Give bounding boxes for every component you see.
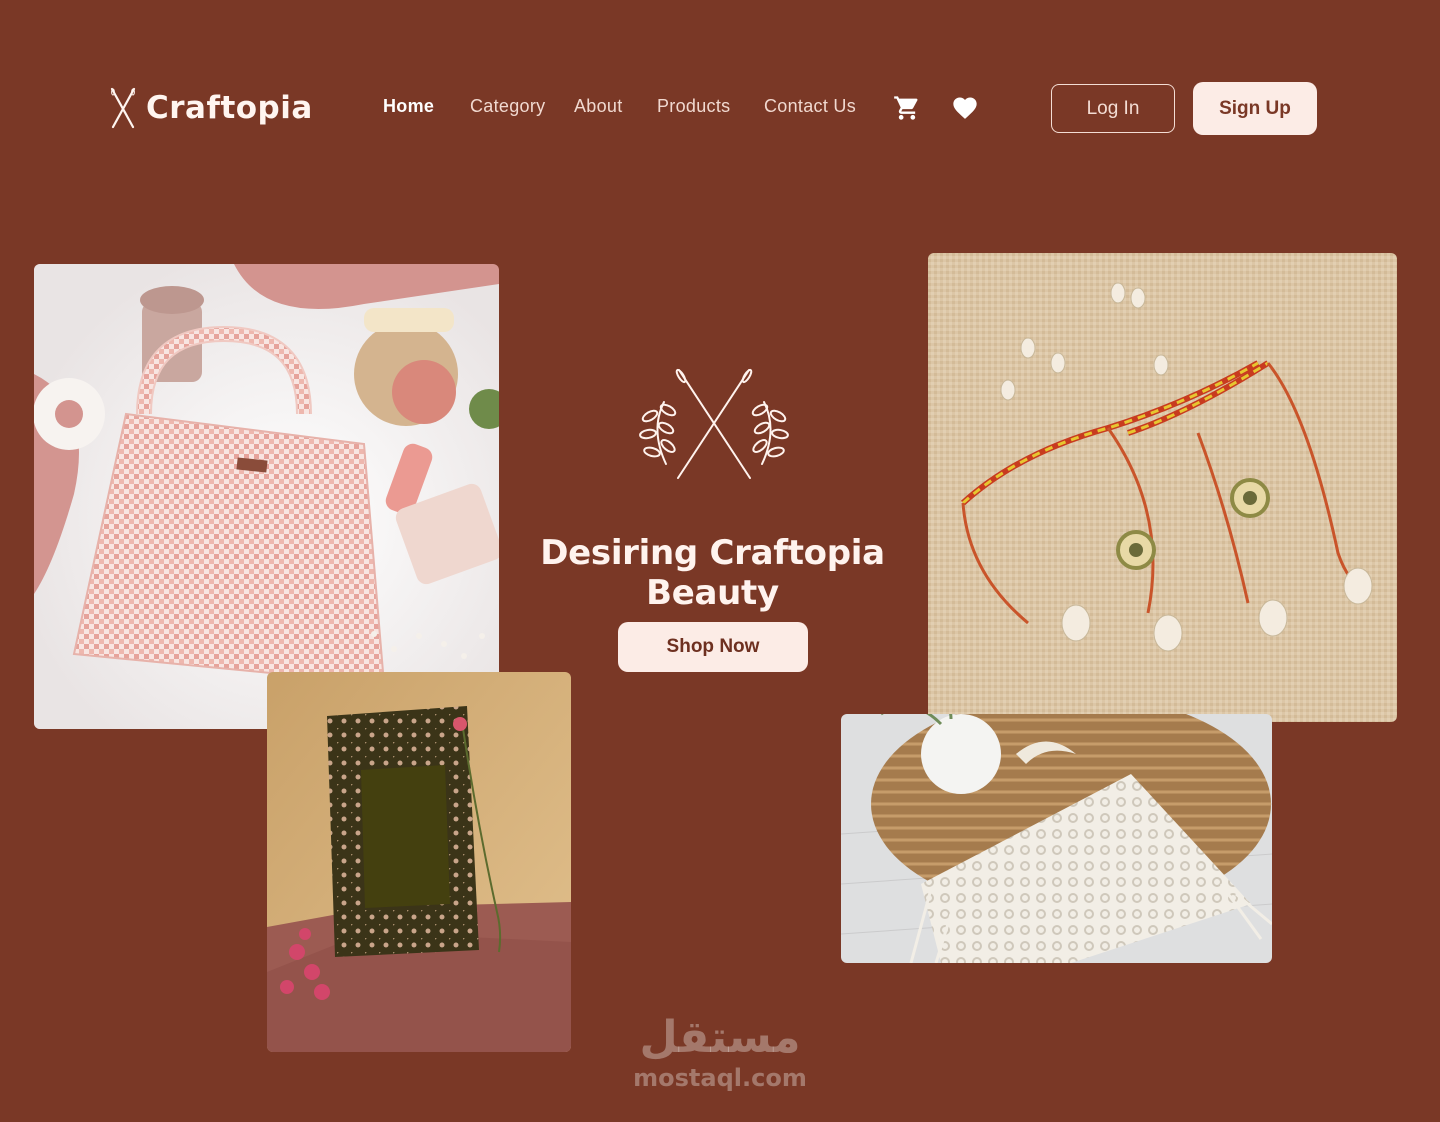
- nav-category[interactable]: Category: [470, 96, 545, 117]
- nav-home[interactable]: Home: [383, 96, 434, 117]
- cart-icon[interactable]: [893, 94, 921, 122]
- nav-contact-us[interactable]: Contact Us: [764, 96, 856, 117]
- heart-icon[interactable]: [951, 94, 979, 122]
- shop-now-button[interactable]: Shop Now: [618, 622, 808, 672]
- product-photo-macrame-mat[interactable]: [841, 714, 1272, 963]
- brand-name: Craftopia: [146, 90, 313, 126]
- watermark: مستقل mostaql.com: [620, 1012, 820, 1092]
- product-photo-embroidered-frame[interactable]: [267, 672, 571, 1052]
- product-photo-houndstooth-bag[interactable]: [34, 264, 499, 729]
- login-button[interactable]: Log In: [1051, 84, 1175, 133]
- brand-logo[interactable]: Craftopia: [108, 86, 313, 130]
- crossed-needles-icon: [110, 87, 136, 129]
- crossed-needles-laurel-icon: [639, 368, 789, 479]
- frame-photo-image: [267, 672, 571, 1052]
- watermark-latin: mostaql.com: [633, 1064, 807, 1092]
- macrame-photo-image: [841, 714, 1272, 963]
- nav-products[interactable]: Products: [657, 96, 730, 117]
- hero-tagline: Desiring Craftopia Beauty: [540, 533, 885, 613]
- bag-photo-image: [34, 264, 499, 729]
- rakhi-photo-image: [928, 253, 1397, 722]
- watermark-arabic: مستقل: [639, 1012, 801, 1063]
- signup-button[interactable]: Sign Up: [1193, 82, 1317, 135]
- product-photo-rakhi-bracelets[interactable]: [928, 253, 1397, 722]
- nav-about[interactable]: About: [574, 96, 623, 117]
